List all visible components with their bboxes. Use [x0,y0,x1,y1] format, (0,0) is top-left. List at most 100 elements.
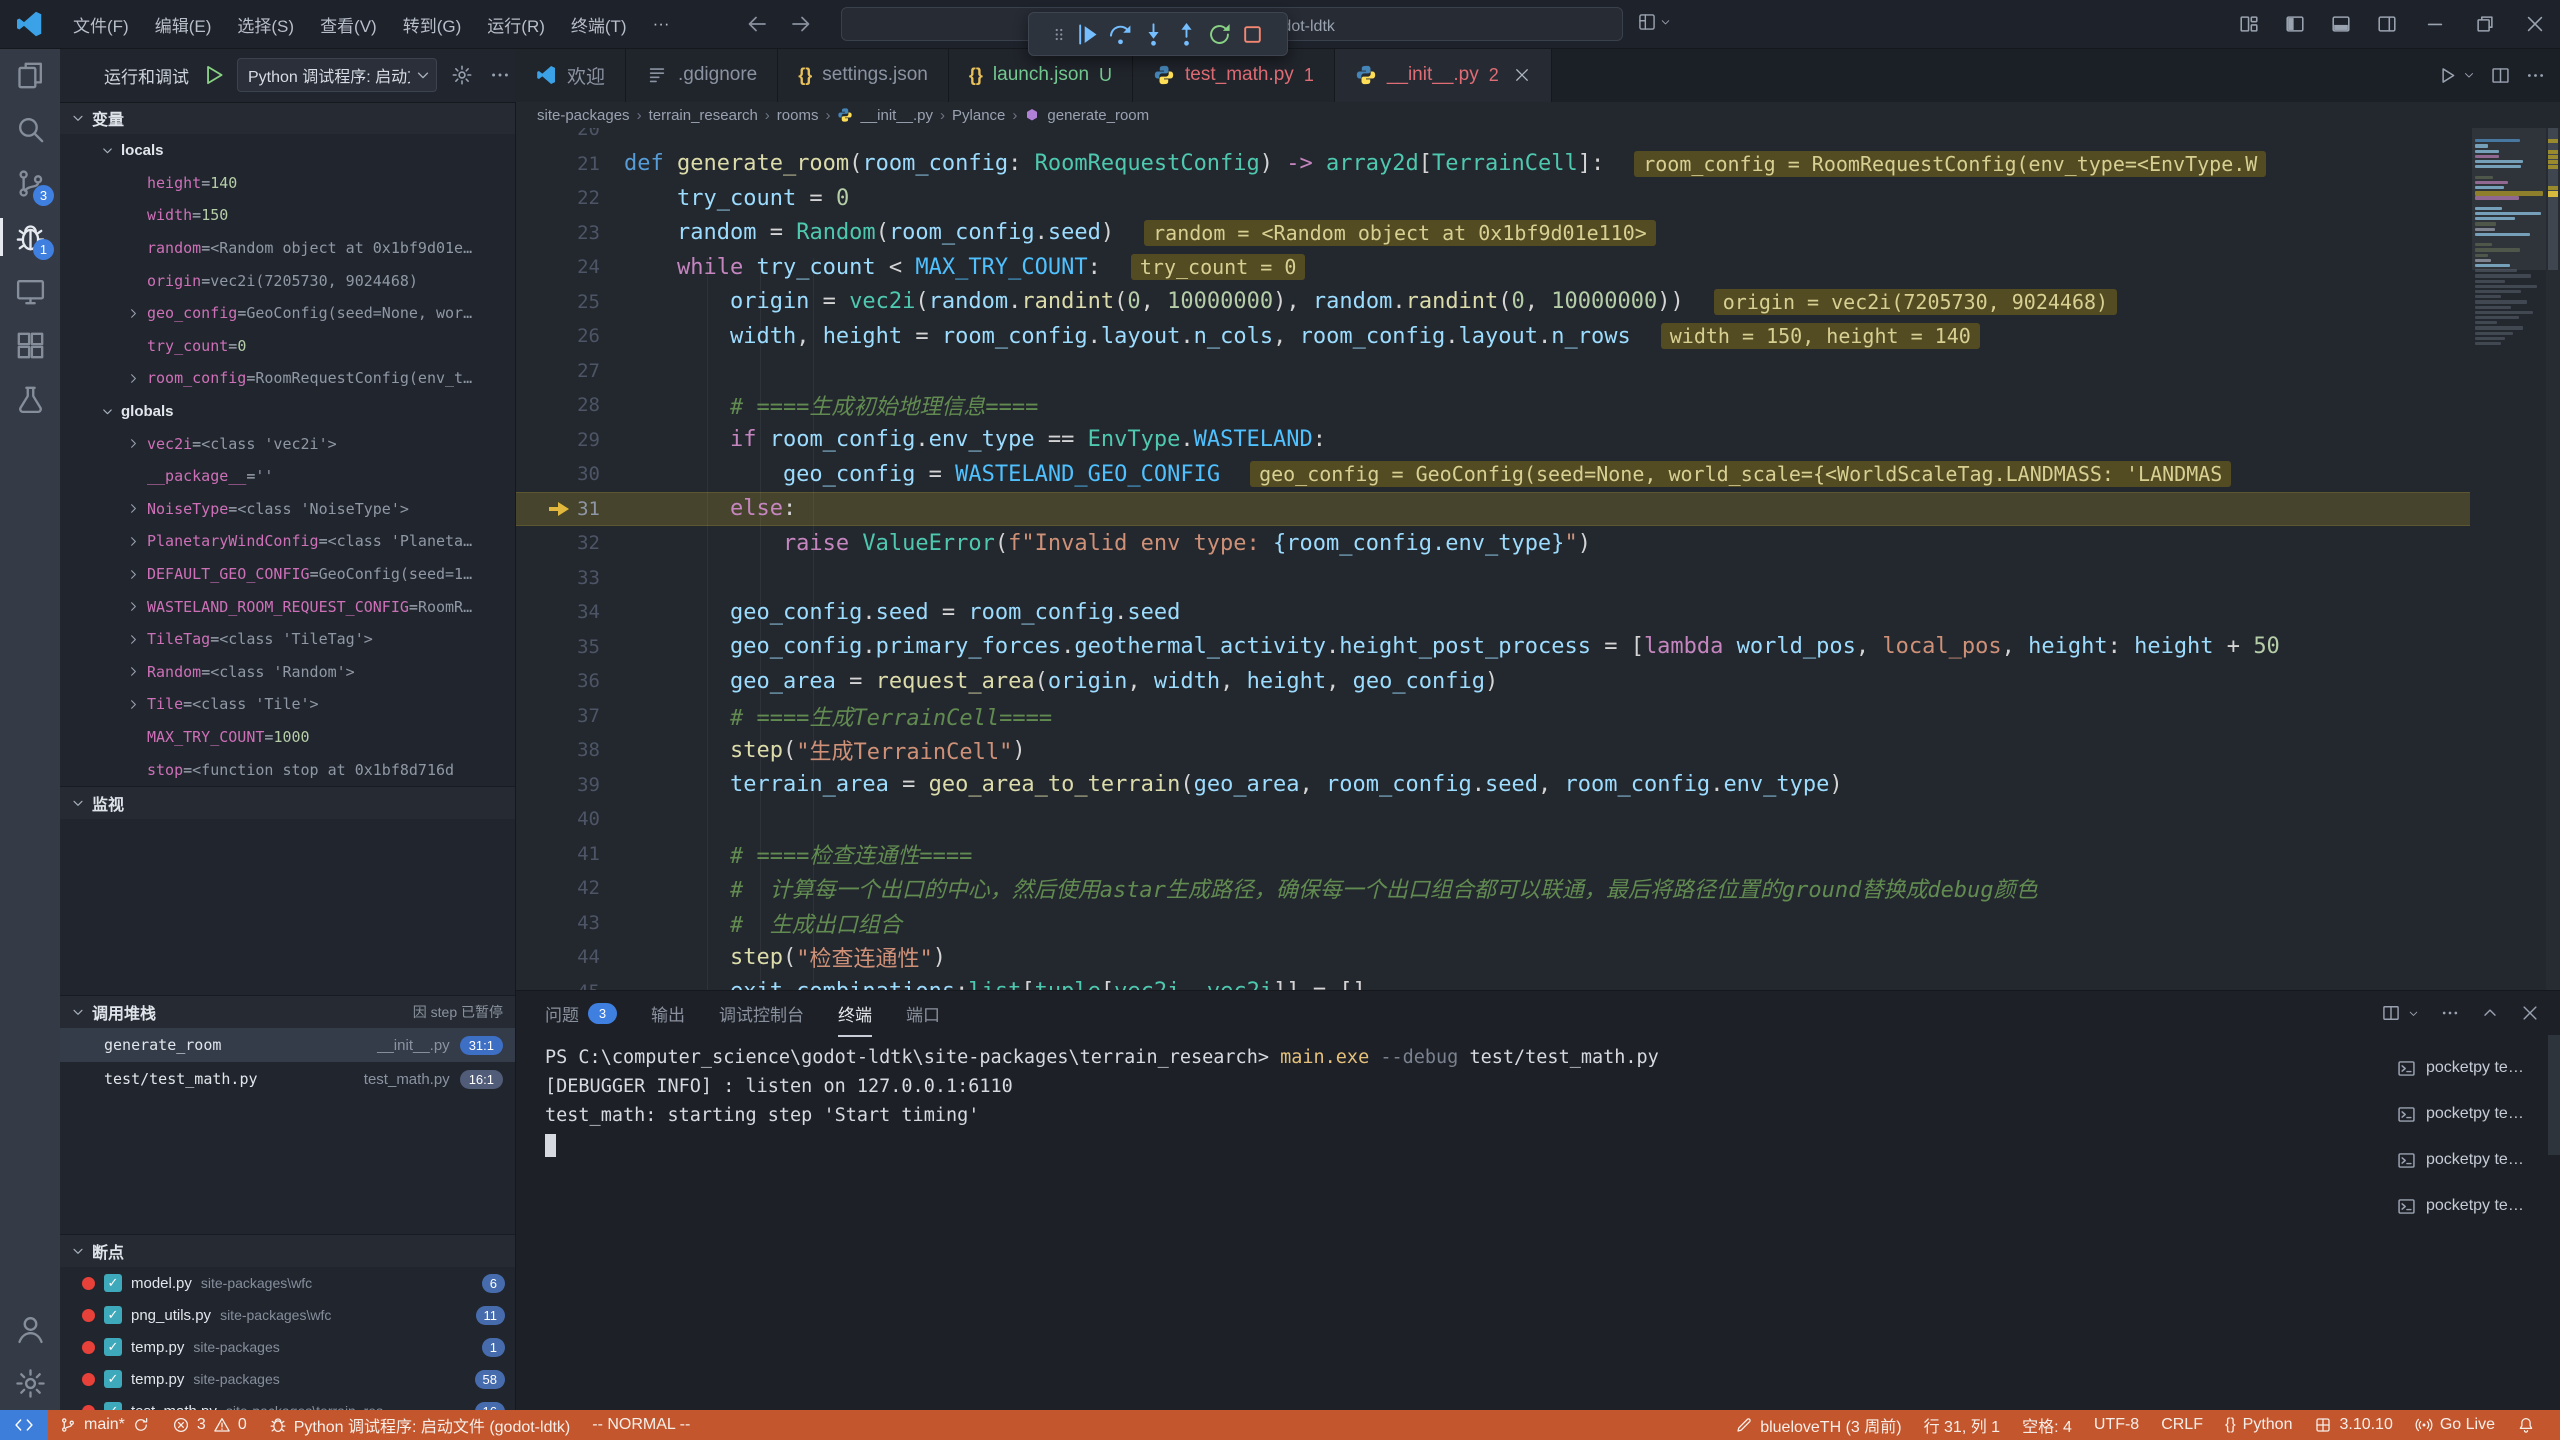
callstack-section-header[interactable]: 调用堆栈 因 step 已暂停 [60,995,515,1028]
code-line-25[interactable]: 25 origin = vec2i(random.randint(0, 1000… [515,285,2470,320]
activity-item-search[interactable] [0,102,60,156]
minimap[interactable] [2472,128,2546,990]
chevron-down-icon[interactable] [2407,1007,2420,1020]
breakpoint-row-test_math.py[interactable]: ✓test_math.pysite-packages\terrain_res…1… [60,1395,515,1410]
menu-item-[interactable]: ··· [640,7,683,41]
code-line-24[interactable]: 24 while try_count < MAX_TRY_COUNT:try_c… [515,250,2470,285]
panel-tab-调试控制台[interactable]: 调试控制台 [719,991,804,1037]
variable-row-try_count[interactable]: try_count = 0 [60,330,515,363]
status-cursor-position[interactable]: 行 31, 列 1 [1913,1410,2011,1440]
code-line-40[interactable]: 40 [515,802,2470,837]
terminal-output[interactable]: PS C:\computer_science\godot-ldtk\site-p… [545,1043,2390,1402]
variable-row-geo_config[interactable]: geo_config = GeoConfig(seed=None, wor… [60,297,515,330]
tab-settings.json[interactable]: {}settings.json [778,48,949,102]
status-git-branch[interactable]: main* [48,1410,161,1440]
restart-icon[interactable] [1206,21,1233,48]
tab-launch.json[interactable]: {}launch.jsonU [949,48,1133,102]
stop-icon[interactable] [1239,21,1266,48]
breakpoint-checkbox[interactable]: ✓ [104,1338,122,1356]
menu-item-T[interactable]: 终端(T) [558,7,640,41]
debug-settings-gear-icon[interactable] [451,64,473,86]
breadcrumb[interactable]: site-packages›terrain_research›rooms›__i… [515,102,2470,128]
tab-[interactable]: 欢迎 [515,48,626,102]
variable-row-MAX_TRY_COUNT[interactable]: MAX_TRY_COUNT = 1000 [60,721,515,754]
status-debug-session[interactable]: Python 调试程序: 启动文件 (godot-ldtk) [258,1410,582,1440]
code-line-28[interactable]: 28 # ====生成初始地理信息==== [515,388,2470,423]
menu-item-R[interactable]: 运行(R) [474,7,558,41]
breakpoint-row-model.py[interactable]: ✓model.pysite-packages\wfc6 [60,1267,515,1299]
code-line-38[interactable]: 38 step("生成TerrainCell") [515,733,2470,768]
debug-configuration-dropdown[interactable]: Python 调试程序: 启动文件 (godot-ldtk) [237,58,437,92]
code-line-37[interactable]: 37 # ====生成TerrainCell==== [515,699,2470,734]
status-remote[interactable] [0,1410,48,1440]
activity-item-testing[interactable] [0,372,60,426]
code-line-31[interactable]: 31 else: [515,492,2470,527]
code-line-21[interactable]: 21def generate_room(room_config: RoomReq… [515,147,2470,182]
variable-row-room_config[interactable]: room_config = RoomRequestConfig(env_t… [60,362,515,395]
more-actions-icon[interactable] [2525,65,2546,86]
more-actions-icon[interactable] [489,64,511,86]
breadcrumb-item-__init__.py[interactable]: __init__.py [860,107,933,124]
variable-row-width[interactable]: width = 150 [60,199,515,232]
breakpoint-row-temp.py[interactable]: ✓temp.pysite-packages1 [60,1331,515,1363]
menu-item-E[interactable]: 编辑(E) [142,7,225,41]
status-vim-mode[interactable]: -- NORMAL -- [581,1410,701,1440]
variable-row-vec2i[interactable]: vec2i = <class 'vec2i'> [60,427,515,460]
status-go-live[interactable]: Go Live [2404,1410,2506,1440]
variable-row-Random[interactable]: Random = <class 'Random'> [60,656,515,689]
panel-tab-端口[interactable]: 端口 [906,991,940,1037]
code-line-33[interactable]: 33 [515,561,2470,596]
callstack-frame-generate_room[interactable]: generate_room__init__.py31:1 [60,1028,515,1062]
variable-row-Tile[interactable]: Tile = <class 'Tile'> [60,688,515,721]
variable-row-height[interactable]: height = 140 [60,167,515,200]
breakpoint-row-temp.py[interactable]: ✓temp.pysite-packages58 [60,1363,515,1395]
callstack-frame-testtest_mathpy[interactable]: test/test_math.pytest_math.py16:1 [60,1062,515,1096]
status-problems[interactable]: 30 [161,1410,258,1440]
editor-scrollbar[interactable] [2546,128,2560,990]
terminal-session-4[interactable]: pocketpy te… [2396,1183,2546,1229]
go-forward-icon[interactable] [789,12,813,36]
breakpoint-row-png_utils.py[interactable]: ✓png_utils.pysite-packages\wfc11 [60,1299,515,1331]
toggle-primary-sidebar-icon[interactable] [2284,13,2306,35]
code-line-32[interactable]: 32 raise ValueError(f"Invalid env type: … [515,526,2470,561]
variable-row-WASTELAND_ROOM_REQUEST_CONFIG[interactable]: WASTELAND_ROOM_REQUEST_CONFIG = RoomR… [60,590,515,623]
variable-row-stop[interactable]: stop = <function stop at 0x1bf8d716d [60,753,515,786]
variable-row-DEFAULT_GEO_CONFIG[interactable]: DEFAULT_GEO_CONFIG = GeoConfig(seed=1… [60,558,515,591]
panel-scrollbar[interactable] [2548,1035,2560,1155]
code-viewport[interactable]: 2021def generate_room(room_config: RoomR… [515,128,2470,990]
breadcrumb-item-terrain_research[interactable]: terrain_research [649,107,758,124]
continue-icon[interactable] [1074,21,1101,48]
status-indentation[interactable]: 空格: 4 [2011,1410,2083,1440]
step-out-icon[interactable] [1173,21,1200,48]
code-line-39[interactable]: 39 terrain_area = geo_area_to_terrain(ge… [515,768,2470,803]
split-terminal-icon[interactable] [2381,1003,2401,1023]
code-line-36[interactable]: 36 geo_area = request_area(origin, width… [515,664,2470,699]
menu-item-F[interactable]: 文件(F) [60,7,142,41]
code-line-43[interactable]: 43 # 生成出口组合 [515,906,2470,941]
go-back-icon[interactable] [745,12,769,36]
breadcrumb-item-sitepackages[interactable]: site-packages [537,107,630,124]
code-line-35[interactable]: 35 geo_config.primary_forces.geothermal_… [515,630,2470,665]
code-line-30[interactable]: 30 geo_config = WASTELAND_GEO_CONFIGgeo_… [515,457,2470,492]
activity-item-run-and-debug[interactable]: 1 [0,210,60,264]
watch-section-header[interactable]: 监视 [60,786,515,819]
activity-item-explorer[interactable] [0,48,60,102]
code-editor[interactable]: 2021def generate_room(room_config: RoomR… [515,102,2560,990]
variable-row-PlanetaryWindConfig[interactable]: PlanetaryWindConfig = <class 'Planeta… [60,525,515,558]
more-actions-icon[interactable] [2440,1003,2460,1023]
start-debugging-button[interactable] [201,62,227,88]
terminal-session-2[interactable]: pocketpy te… [2396,1091,2546,1137]
status-python-version[interactable]: 3.10.10 [2303,1410,2403,1440]
terminal-session-3[interactable]: pocketpy te… [2396,1137,2546,1183]
activity-item-source-control[interactable]: 3 [0,156,60,210]
customize-layout-icon[interactable] [2238,13,2260,35]
code-line-23[interactable]: 23 random = Random(room_config.seed)rand… [515,216,2470,251]
breadcrumb-item-Pylance[interactable]: Pylance [952,107,1005,124]
activity-item-settings[interactable] [0,1356,60,1410]
breadcrumb-item-rooms[interactable]: rooms [777,107,819,124]
split-editor-icon[interactable] [2490,65,2511,86]
close-panel-icon[interactable] [2520,1003,2540,1023]
close-window-icon[interactable] [2524,13,2546,35]
chevron-down-icon[interactable] [2462,68,2476,82]
variable-row-random[interactable]: random = <Random object at 0x1bf9d01e… [60,232,515,265]
